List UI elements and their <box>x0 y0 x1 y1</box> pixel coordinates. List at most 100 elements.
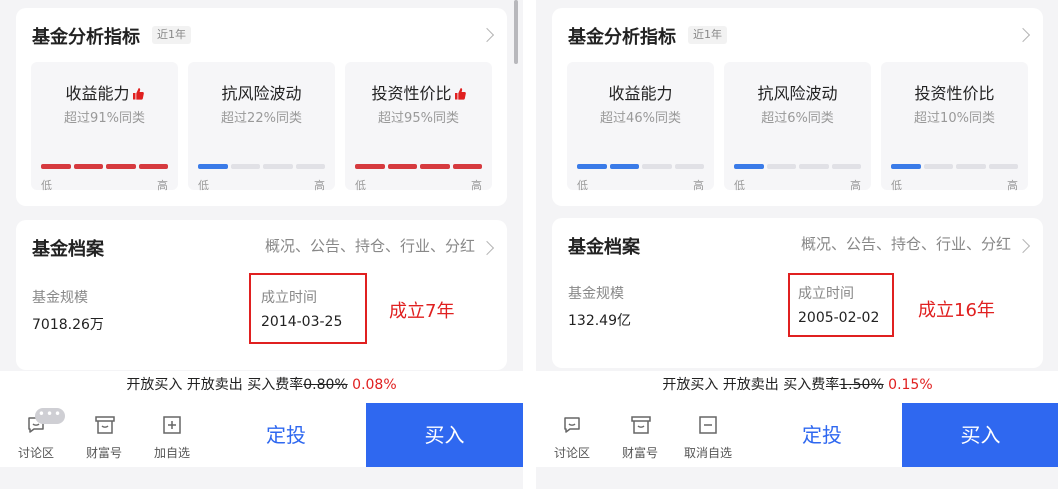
remove-watchlist-label: 取消自选 <box>683 446 732 460</box>
annotation-note: 成立16年 <box>918 300 995 321</box>
level-segment <box>609 164 639 169</box>
level-segment <box>295 164 325 169</box>
buy-button[interactable]: 买入 <box>366 403 523 467</box>
level-high-label: 高 <box>693 179 704 192</box>
level-segment <box>106 164 136 169</box>
fund-screen-right: 基金分析指标 近1年 收益能力 超过46%同类 低 高 抗风险波动 超过6%同类… <box>536 0 1058 489</box>
established-value: 2005-02-02 <box>798 310 880 326</box>
level-segment <box>420 164 450 169</box>
metric-title: 收益能力 <box>65 84 130 103</box>
established-label: 成立时间 <box>798 286 854 302</box>
level-segment <box>766 164 796 169</box>
chevron-right-icon[interactable] <box>479 240 495 256</box>
metric-title: 投资性价比 <box>371 84 452 103</box>
discuss-label: 讨论区 <box>553 446 590 460</box>
level-segment <box>956 164 986 169</box>
shop-icon <box>631 416 651 434</box>
trade-status-text: 开放买入 开放卖出 买入费率 <box>662 377 840 393</box>
established-value: 2014-03-25 <box>261 314 343 330</box>
period-tag: 近1年 <box>152 26 191 44</box>
profile-links[interactable]: 概况、公告、持仓、行业、分红 <box>801 233 1011 254</box>
level-segment <box>891 164 921 169</box>
level-segment <box>387 164 417 169</box>
discuss-label: 讨论区 <box>17 446 54 460</box>
metric-value-for-money[interactable]: 投资性价比 超过95%同类 低 高 <box>345 62 492 192</box>
bottom-toolbar: ••• 讨论区 财富号 加自选 定投 买入 <box>0 403 523 467</box>
original-fee-rate: 0.80% <box>303 377 348 393</box>
thumbs-up-icon <box>132 88 144 100</box>
fund-screen-left: 基金分析指标 近1年 收益能力 超过91%同类 低 高 抗风险波动 超过22%同… <box>0 0 523 489</box>
discuss-button[interactable]: 讨论区 <box>538 403 606 467</box>
metric-percentile: 超过95%同类 <box>378 111 459 126</box>
level-high-label: 高 <box>850 179 861 192</box>
shop-icon <box>95 416 115 434</box>
metric-risk-resistance[interactable]: 抗风险波动 超过6%同类 低 高 <box>724 62 871 192</box>
scrollbar[interactable] <box>514 0 518 64</box>
level-segment <box>41 164 71 169</box>
profile-links[interactable]: 概况、公告、持仓、行业、分红 <box>265 235 475 256</box>
profile-title: 基金档案 <box>32 239 104 260</box>
chevron-right-icon[interactable] <box>1015 238 1031 254</box>
level-bar <box>41 164 168 169</box>
analysis-card: 基金分析指标 近1年 收益能力 超过91%同类 低 高 抗风险波动 超过22%同… <box>16 8 507 206</box>
profile-card: 基金档案 概况、公告、持仓、行业、分红 基金规模 7018.26万 成立时间 2… <box>16 220 507 370</box>
fee-bar: 开放买入 开放卖出 买入费率0.80% 0.08% <box>0 371 523 403</box>
add-watchlist-label: 加自选 <box>153 446 190 460</box>
analysis-title: 基金分析指标 <box>568 27 676 48</box>
metric-return-ability[interactable]: 收益能力 超过46%同类 低 高 <box>567 62 714 192</box>
level-low-label: 低 <box>355 179 366 192</box>
metric-risk-resistance[interactable]: 抗风险波动 超过22%同类 低 高 <box>188 62 335 192</box>
wealth-account-button[interactable]: 财富号 <box>70 403 138 467</box>
metric-percentile: 超过91%同类 <box>64 111 145 126</box>
level-segment <box>355 164 385 169</box>
period-tag: 近1年 <box>688 26 727 44</box>
level-segment <box>198 164 228 169</box>
level-low-label: 低 <box>734 179 745 192</box>
level-segment <box>674 164 704 169</box>
plus-square-icon <box>163 416 181 434</box>
sip-button[interactable]: 定投 <box>206 403 366 467</box>
profile-card: 基金档案 概况、公告、持仓、行业、分红 基金规模 132.49亿 成立时间 20… <box>552 218 1043 368</box>
highlight-box <box>249 273 367 344</box>
wealth-account-button[interactable]: 财富号 <box>606 403 674 467</box>
level-segment <box>263 164 293 169</box>
thumbs-up-icon <box>454 88 466 100</box>
metric-title: 投资性价比 <box>914 84 995 103</box>
level-segment <box>642 164 672 169</box>
level-bar <box>891 164 1018 169</box>
level-high-label: 高 <box>471 179 482 192</box>
fund-scale-label: 基金规模 <box>568 286 624 302</box>
profile-title: 基金档案 <box>568 237 640 258</box>
metric-percentile: 超过46%同类 <box>600 111 681 126</box>
level-bar <box>734 164 861 169</box>
level-segment <box>73 164 103 169</box>
buy-button[interactable]: 买入 <box>902 403 1058 467</box>
level-segment <box>923 164 953 169</box>
remove-watchlist-button[interactable]: 取消自选 <box>674 403 742 467</box>
analysis-card: 基金分析指标 近1年 收益能力 超过46%同类 低 高 抗风险波动 超过6%同类… <box>552 8 1043 206</box>
level-segment <box>799 164 829 169</box>
metric-percentile: 超过22%同类 <box>221 111 302 126</box>
level-low-label: 低 <box>891 179 902 192</box>
sip-button[interactable]: 定投 <box>742 403 902 467</box>
level-bar <box>355 164 482 169</box>
wealth-account-label: 财富号 <box>85 446 122 460</box>
bottom-toolbar: 讨论区 财富号 取消自选 定投 买入 <box>536 403 1058 467</box>
discuss-button[interactable]: ••• 讨论区 <box>2 403 70 467</box>
metric-percentile: 超过6%同类 <box>761 111 834 126</box>
level-high-label: 高 <box>314 179 325 192</box>
original-fee-rate: 1.50% <box>839 377 884 393</box>
chevron-right-icon[interactable] <box>1015 27 1031 43</box>
minus-square-icon <box>699 416 717 434</box>
discounted-fee-rate: 0.08% <box>352 377 397 393</box>
level-high-label: 高 <box>1007 179 1018 192</box>
level-segment <box>230 164 260 169</box>
level-bar <box>577 164 704 169</box>
fund-scale-value: 7018.26万 <box>32 317 104 333</box>
panel-divider <box>523 0 536 489</box>
metric-return-ability[interactable]: 收益能力 超过91%同类 低 高 <box>31 62 178 192</box>
metric-title: 抗风险波动 <box>757 84 838 103</box>
metric-value-for-money[interactable]: 投资性价比 超过10%同类 低 高 <box>881 62 1028 192</box>
add-watchlist-button[interactable]: 加自选 <box>138 403 206 467</box>
chevron-right-icon[interactable] <box>479 27 495 43</box>
